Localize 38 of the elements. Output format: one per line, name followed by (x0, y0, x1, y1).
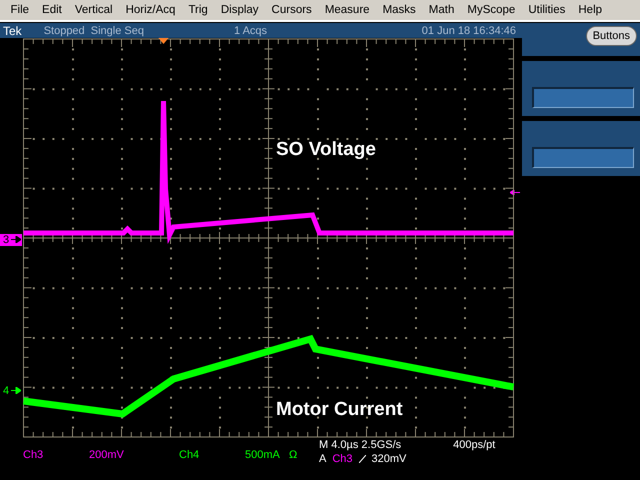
channel-label: Ch4 (179, 449, 200, 463)
menu-item[interactable]: Utilities (522, 4, 572, 16)
channel-scale: 200mV (89, 449, 125, 463)
trigger-source: Ch3 (332, 453, 353, 465)
menu-item[interactable]: Trig (182, 4, 214, 16)
channel-label: Ch3 (23, 449, 44, 463)
brand-label: Tek (2, 24, 23, 38)
menu-item[interactable]: Cursors (265, 4, 318, 16)
input-field[interactable] (532, 147, 634, 168)
unit-label: Ω (289, 449, 298, 463)
trigger-mode: A (319, 453, 326, 465)
timestamp: 01 Jun 18 16:34:46 (422, 24, 516, 36)
channel-marker[interactable]: 3 (0, 234, 22, 246)
menu-item[interactable]: Help (572, 4, 609, 16)
trace-label: SO Voltage (276, 139, 376, 161)
channel-scale: 500mA (245, 449, 281, 463)
menu-item[interactable]: Edit (36, 4, 68, 16)
acquisition-state: Stopped Single Seq (44, 24, 144, 36)
menu-item[interactable]: File (4, 4, 36, 16)
menu-item[interactable]: MyScope (460, 4, 522, 16)
arrow-icon (11, 236, 22, 243)
timebase-readout: M 4.0µs 2.5GS/s (319, 439, 402, 451)
menu-item[interactable]: Horiz/Acq (119, 4, 182, 16)
input-field[interactable] (532, 87, 634, 108)
trace-label: Motor Current (276, 399, 403, 421)
channel-marker[interactable]: 4 (0, 384, 22, 396)
trigger-level: 320mV (372, 453, 406, 465)
slope-icon (358, 455, 366, 463)
menu-item[interactable]: Math (422, 4, 461, 16)
menu-item[interactable]: Vertical (68, 4, 120, 16)
menu-item[interactable]: Display (214, 4, 266, 16)
trigger-level-icon (510, 190, 520, 195)
menu-item[interactable]: Masks (376, 4, 422, 16)
arrow-icon (11, 387, 22, 394)
resolution-readout: 400ps/pt (453, 439, 496, 451)
menu-item[interactable]: Measure (318, 4, 376, 16)
buttons-button[interactable]: Buttons (586, 26, 637, 46)
acquisition-count: 1 Acqs (234, 24, 268, 36)
